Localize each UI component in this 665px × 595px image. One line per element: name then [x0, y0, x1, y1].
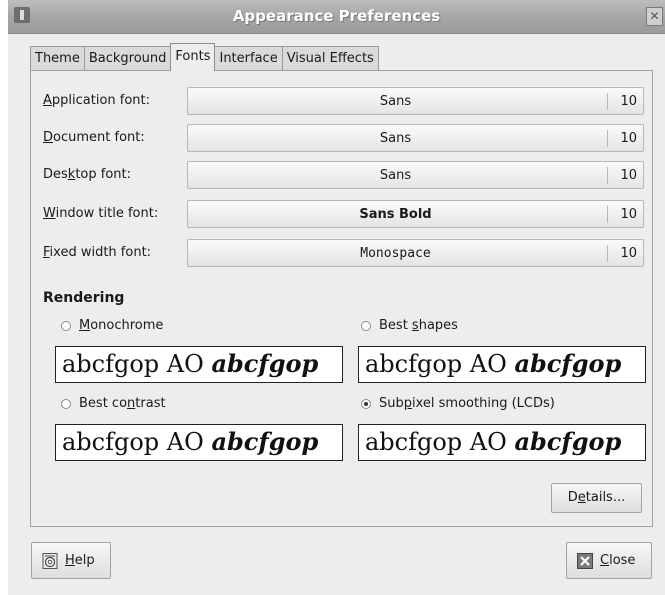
best-shapes-preview[interactable]: abcfgop AO abcfgop — [358, 346, 646, 383]
monochrome-radio-dot[interactable] — [61, 320, 71, 331]
subpixel-radio[interactable]: Subpixel smoothing (LCDs) — [361, 396, 555, 411]
tab-background[interactable]: Background — [83, 46, 172, 70]
tab-visual-effects[interactable]: Visual Effects — [281, 46, 379, 70]
help-button-label: Help — [65, 553, 95, 568]
close-icon — [577, 553, 593, 569]
font-size-separator — [607, 167, 608, 184]
tab-theme[interactable]: Theme — [30, 46, 85, 70]
monochrome-preview[interactable]: abcfgop AO abcfgop — [55, 346, 343, 383]
best-contrast-preview[interactable]: abcfgop AO abcfgop — [55, 424, 343, 461]
best-contrast-radio-dot[interactable] — [61, 398, 71, 409]
font-size-separator — [607, 206, 608, 223]
fixed-width-font-row: Fixed width font: Monospace 10 — [43, 238, 644, 268]
application-font-label: Application font: — [43, 93, 151, 108]
fixed-width-font-name: Monospace — [360, 246, 431, 261]
application-font-name: Sans — [379, 94, 412, 109]
document-font-name: Sans — [379, 131, 412, 146]
rendering-heading: Rendering — [43, 290, 125, 306]
close-button[interactable]: Close — [566, 542, 652, 579]
subpixel-radio-dot[interactable] — [361, 398, 371, 409]
desktop-font-name: Sans — [379, 168, 412, 183]
best-contrast-radio-label: Best contrast — [79, 396, 166, 411]
font-size-separator — [607, 130, 608, 147]
font-size-separator — [607, 93, 608, 110]
desktop-font-button[interactable]: Sans 10 — [187, 161, 644, 189]
window-title-font-row: Window title font: Sans Bold 10 — [43, 199, 644, 229]
help-icon — [42, 553, 58, 569]
fixed-width-font-size: 10 — [620, 246, 637, 261]
window-title-font-size: 10 — [620, 207, 637, 222]
document-font-button[interactable]: Sans 10 — [187, 124, 644, 152]
best-shapes-radio-label: Best shapes — [379, 318, 458, 333]
subpixel-preview[interactable]: abcfgop AO abcfgop — [358, 424, 646, 461]
fixed-width-font-button[interactable]: Monospace 10 — [187, 239, 644, 267]
application-font-row: Application font: Sans 10 — [43, 86, 644, 116]
window-title-font-label: Window title font: — [43, 206, 159, 221]
window-left-edge — [0, 0, 8, 595]
window-close-button[interactable]: ✕ — [646, 7, 663, 26]
desktop-font-label: Desktop font: — [43, 167, 131, 182]
document-font-label: Document font: — [43, 130, 145, 145]
best-shapes-radio-dot[interactable] — [361, 320, 371, 331]
desktop-font-row: Desktop font: Sans 10 — [43, 160, 644, 190]
window-title: Appearance Preferences — [232, 7, 441, 25]
best-shapes-radio[interactable]: Best shapes — [361, 318, 458, 333]
window-titlebar[interactable]: Appearance Preferences ✕ — [8, 0, 665, 34]
monochrome-radio-label: Monochrome — [79, 318, 164, 333]
tab-interface[interactable]: Interface — [214, 46, 283, 70]
monochrome-radio[interactable]: Monochrome — [61, 318, 163, 333]
font-size-separator — [607, 245, 608, 262]
fonts-panel: Application font: Sans 10 Document font:… — [30, 70, 653, 527]
best-contrast-radio[interactable]: Best contrast — [61, 396, 166, 411]
application-font-size: 10 — [620, 94, 637, 109]
document-font-row: Document font: Sans 10 — [43, 123, 644, 153]
help-button[interactable]: Help — [31, 542, 111, 579]
fixed-width-font-label: Fixed width font: — [43, 245, 152, 260]
details-button[interactable]: Details... — [551, 483, 642, 513]
tab-bar: Theme Background Fonts Interface Visual … — [30, 43, 379, 71]
document-font-size: 10 — [620, 131, 637, 146]
subpixel-radio-label: Subpixel smoothing (LCDs) — [379, 396, 555, 411]
window-title-font-name: Sans Bold — [359, 207, 432, 222]
window-title-font-button[interactable]: Sans Bold 10 — [187, 200, 644, 228]
application-font-button[interactable]: Sans 10 — [187, 87, 644, 115]
tab-fonts[interactable]: Fonts — [170, 43, 216, 71]
close-button-label: Close — [600, 553, 636, 568]
desktop-font-size: 10 — [620, 168, 637, 183]
